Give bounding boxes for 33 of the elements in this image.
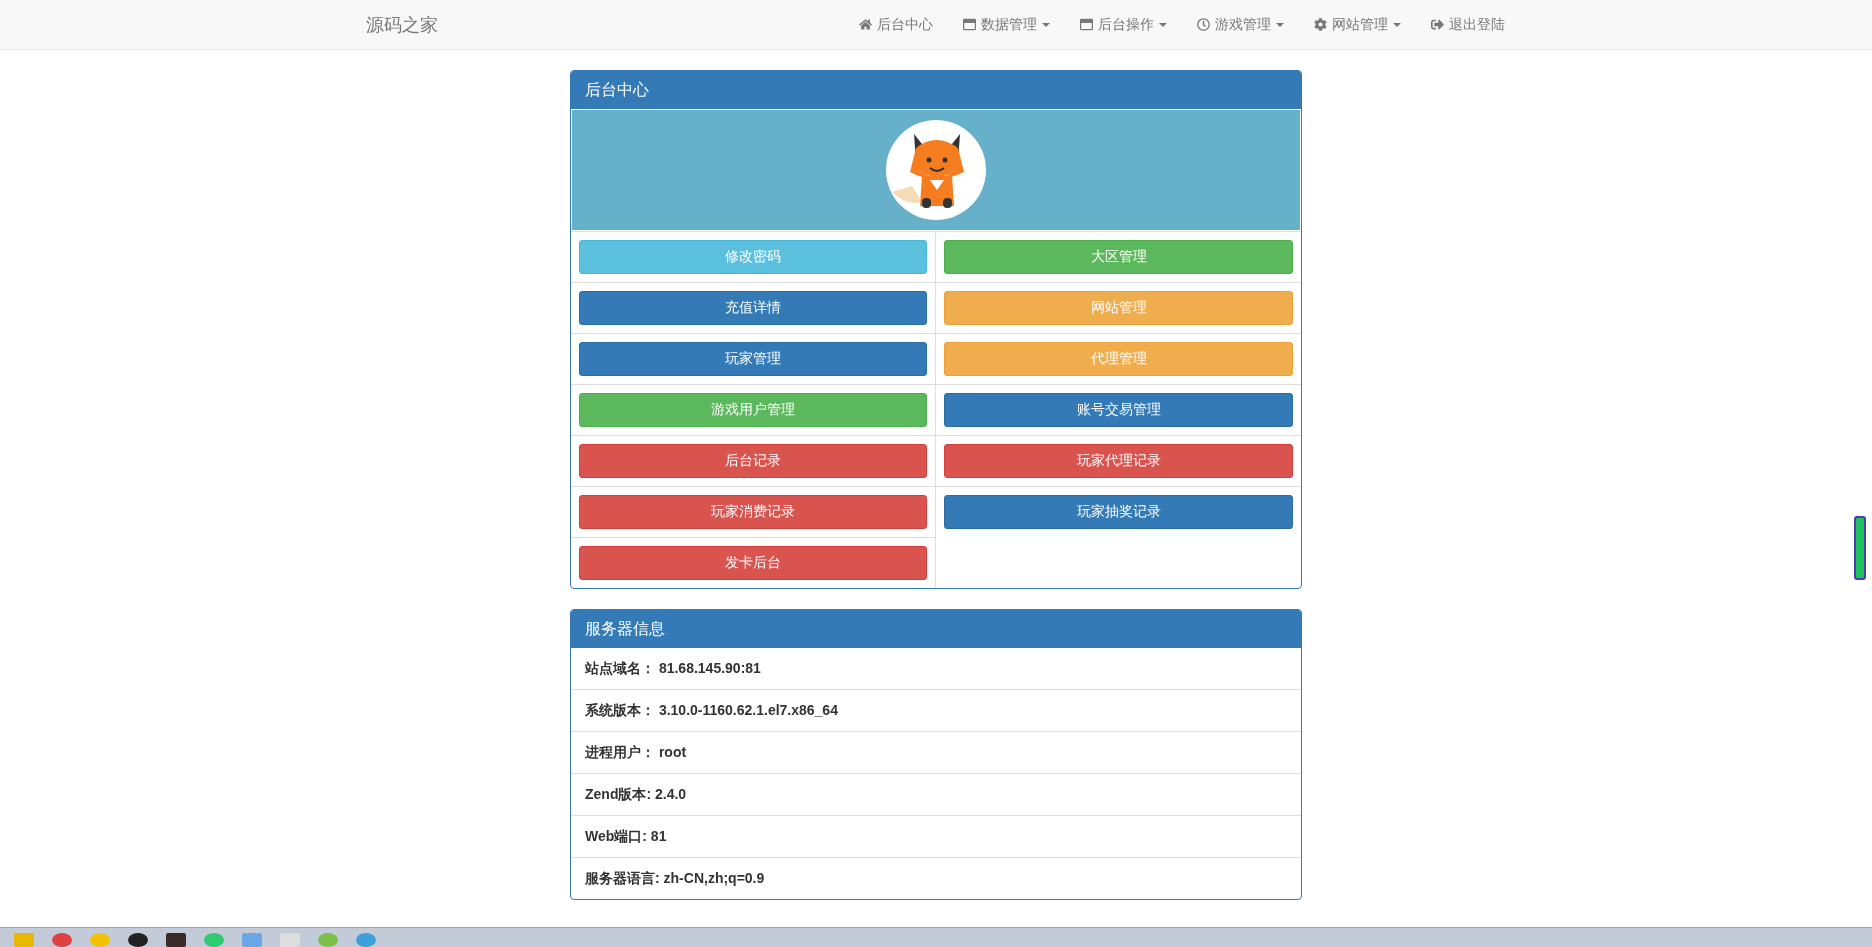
nav-link[interactable]: 网站管理 (1299, 15, 1416, 34)
info-row: 服务器语言: zh-CN,zh;q=0.9 (571, 857, 1301, 899)
menu-button[interactable]: 账号交易管理 (944, 393, 1293, 427)
info-row: Web端口: 81 (571, 815, 1301, 857)
side-widget[interactable] (1854, 516, 1866, 580)
nav-link[interactable]: 数据管理 (948, 15, 1065, 34)
home-icon (859, 18, 872, 31)
menu-button[interactable]: 玩家抽奖记录 (944, 495, 1293, 529)
nav-link[interactable]: 游戏管理 (1182, 15, 1299, 34)
panel-title: 服务器信息 (571, 610, 1301, 648)
nav-link[interactable]: 后台中心 (844, 15, 948, 34)
nav-link[interactable]: 后台操作 (1065, 15, 1182, 34)
info-row: Zend版本: 2.4.0 (571, 773, 1301, 815)
info-row-text: 站点域名： 81.68.145.90:81 (584, 658, 762, 678)
menu-button[interactable]: 后台记录 (579, 444, 927, 478)
menu-button[interactable]: 发卡后台 (579, 546, 927, 580)
menu-button[interactable]: 游戏用户管理 (579, 393, 927, 427)
window-icon (1080, 18, 1093, 31)
taskbar-icon[interactable] (128, 933, 148, 947)
logout-icon (1431, 18, 1444, 31)
menu-button[interactable]: 充值详情 (579, 291, 927, 325)
info-row: 进程用户： root (571, 731, 1301, 773)
panel-title: 后台中心 (571, 71, 1301, 109)
menu-button[interactable]: 玩家管理 (579, 342, 927, 376)
brand-link[interactable]: 源码之家 (366, 12, 438, 37)
window-icon (963, 18, 976, 31)
nav-link[interactable]: 退出登陆 (1416, 15, 1520, 34)
info-row: 系统版本： 3.10.0-1160.62.1.el7.x86_64 (571, 689, 1301, 731)
menu-button[interactable]: 玩家代理记录 (944, 444, 1293, 478)
menu-button[interactable]: 玩家消费记录 (579, 495, 927, 529)
clock-icon (1197, 18, 1210, 31)
settings-icon (1314, 18, 1327, 31)
menu-button[interactable]: 大区管理 (944, 240, 1293, 274)
